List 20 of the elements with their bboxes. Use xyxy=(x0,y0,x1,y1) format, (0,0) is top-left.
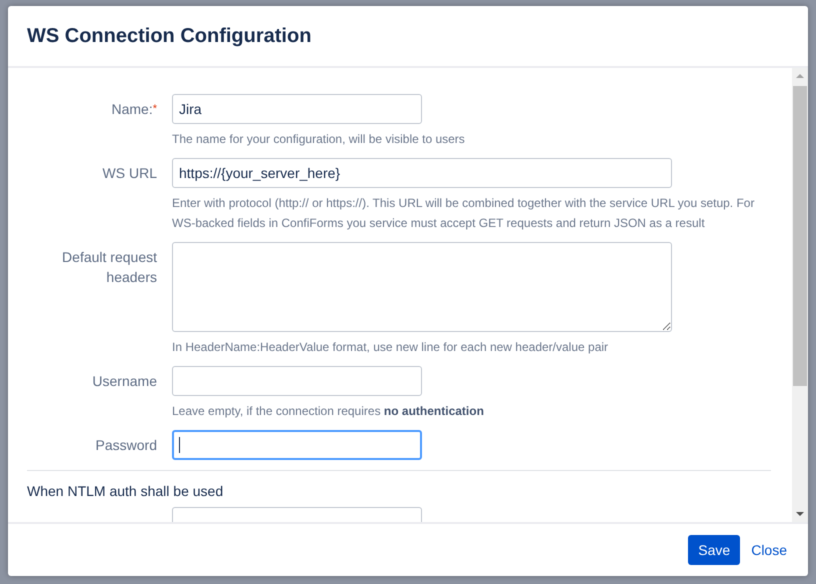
dialog-title: WS Connection Configuration xyxy=(27,24,312,48)
section-title: When NTLM auth shall be used xyxy=(27,483,224,499)
text-field[interactable]: https://{your_server_here} xyxy=(172,158,672,188)
scrollbar-thumb[interactable] xyxy=(793,86,807,386)
scrollbar[interactable] xyxy=(792,68,808,522)
field-label: Username xyxy=(91,372,157,391)
headers-textarea[interactable] xyxy=(172,242,672,332)
field-label: Default request headers xyxy=(61,248,157,287)
password-field[interactable] xyxy=(172,430,422,460)
field-label: Password xyxy=(94,436,157,455)
help-text: Leave empty, if the connection requires no authentication xyxy=(172,403,485,420)
text-field[interactable] xyxy=(172,366,422,396)
save-button[interactable]: Save xyxy=(688,535,740,565)
help-text: Enter with protocol (http:// or https://). This URL will be combined together with the service URL you setup. For WS-backed fields in ConfiForms you service must accept GET requests and return JSON as a result xyxy=(172,195,756,232)
field-label: WS URL xyxy=(102,164,157,183)
close-link[interactable]: Close xyxy=(750,535,788,565)
text-field[interactable]: Jira xyxy=(172,94,422,124)
help-text: In HeaderName:HeaderValue format, use new line for each new header/value pair xyxy=(172,339,610,356)
help-text: The name for your configuration, will be visible to users xyxy=(172,131,466,148)
text-cursor xyxy=(179,437,180,453)
